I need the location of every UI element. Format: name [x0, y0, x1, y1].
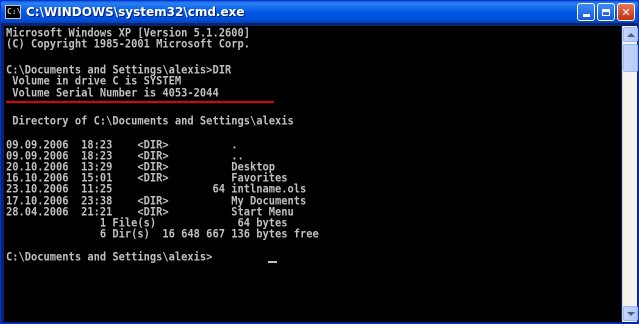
- maximize-button[interactable]: [597, 3, 615, 21]
- close-icon: ✕: [621, 5, 631, 19]
- maximize-icon: [602, 8, 610, 16]
- console-line: (C) Copyright 1985-2001 Microsoft Corp.: [6, 37, 250, 51]
- vertical-scrollbar[interactable]: [622, 26, 638, 322]
- minimize-button[interactable]: [577, 3, 595, 21]
- console-prompt[interactable]: C:\Documents and Settings\alexis>: [6, 251, 212, 264]
- minimize-icon: [582, 14, 590, 17]
- console-window: C:\ C:\WINDOWS\system32\cmd.exe ✕ Micros…: [0, 0, 639, 324]
- scroll-up-button[interactable]: [623, 27, 638, 42]
- window-controls: ✕: [577, 3, 635, 21]
- scroll-down-button[interactable]: [623, 306, 638, 321]
- console-line: 6 Dir(s) 16 648 667 136 bytes free: [6, 227, 319, 241]
- scroll-thumb[interactable]: [623, 44, 638, 72]
- title-bar[interactable]: C:\ C:\WINDOWS\system32\cmd.exe ✕: [1, 1, 638, 23]
- arrow-down-icon: [626, 311, 635, 316]
- console-line: Directory of C:\Documents and Settings\a…: [6, 114, 294, 128]
- close-button[interactable]: ✕: [617, 3, 635, 21]
- cmd-icon[interactable]: C:\: [5, 5, 21, 19]
- arrow-up-icon: [626, 32, 635, 37]
- console-line: Volume Serial Number is 4053-2044: [6, 86, 219, 100]
- text-cursor: [268, 261, 277, 263]
- window-title: C:\WINDOWS\system32\cmd.exe: [26, 5, 245, 19]
- console-output[interactable]: Microsoft Windows XP [Version 5.1.2600] …: [4, 26, 621, 322]
- highlight-underline: [6, 101, 274, 103]
